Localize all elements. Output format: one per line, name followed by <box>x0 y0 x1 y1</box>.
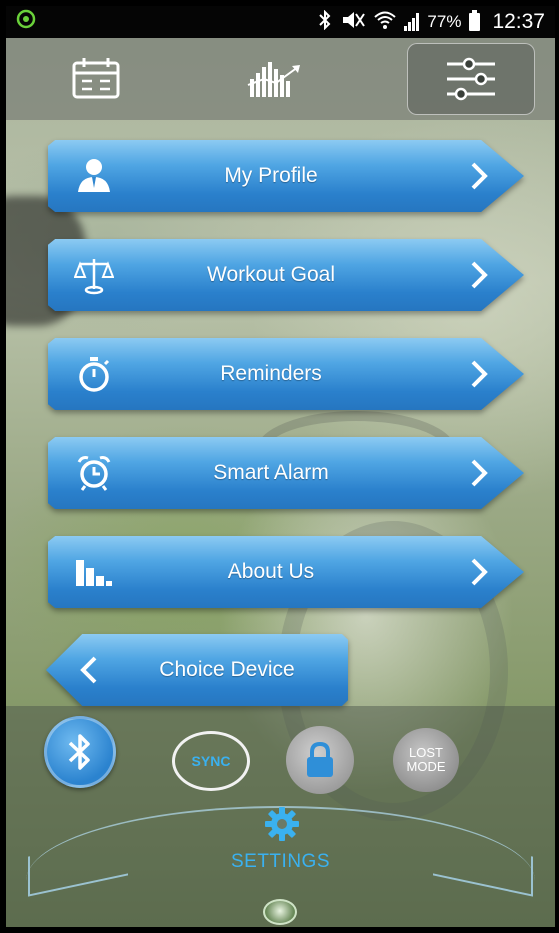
top-nav-bar <box>6 38 555 120</box>
menu-item-workout-goal[interactable]: Workout Goal <box>48 239 524 311</box>
app-screen: 77% 12:37 My Profile Workout Goal Remind… <box>6 6 555 927</box>
menu-item-label: Smart Alarm <box>213 461 329 484</box>
status-icons: 77% 12:37 <box>318 9 545 35</box>
bluetooth-button[interactable] <box>44 716 116 788</box>
wifi-icon <box>374 10 397 35</box>
bluetooth-status-icon <box>318 9 332 35</box>
chevron-right-icon <box>471 360 488 388</box>
chevron-right-icon <box>471 558 488 586</box>
menu-item-about-us[interactable]: About Us <box>48 536 524 608</box>
activity-chart-icon <box>247 62 301 97</box>
tab-activity[interactable] <box>186 38 366 120</box>
chevron-right-icon <box>471 261 488 289</box>
settings-label[interactable]: SETTINGS <box>6 851 555 873</box>
menu-item-label: Workout Goal <box>207 263 335 286</box>
menu-item-label: About Us <box>227 560 315 583</box>
menu-item-label: My Profile <box>224 164 318 187</box>
menu-item-smart-alarm[interactable]: Smart Alarm <box>48 437 524 509</box>
settings-gear-icon[interactable] <box>264 806 300 842</box>
battery-icon <box>469 10 481 31</box>
status-bar: 77% 12:37 <box>6 6 555 38</box>
lock-button[interactable] <box>286 726 354 794</box>
clock-time: 12:37 <box>492 10 545 33</box>
choice-device-button[interactable]: Choice Device <box>46 634 348 706</box>
chevron-left-icon <box>80 656 97 684</box>
lost-mode-button[interactable]: LOST MODE <box>393 728 459 792</box>
tab-settings[interactable] <box>407 43 535 115</box>
lock-icon <box>307 741 333 777</box>
tab-calendar[interactable] <box>6 38 186 120</box>
chevron-right-icon <box>471 459 488 487</box>
signal-icon <box>404 13 420 31</box>
sync-button[interactable]: SYNC <box>172 731 250 791</box>
calendar-icon <box>72 58 120 99</box>
app-notification-icon <box>16 9 36 35</box>
sync-label: SYNC <box>191 753 231 769</box>
brand-logo <box>263 899 297 925</box>
battery-percent: 77% <box>427 12 462 31</box>
choice-device-label: Choice Device <box>159 658 295 681</box>
mute-icon <box>340 10 366 35</box>
menu-item-label: Reminders <box>220 362 322 385</box>
lost-mode-label-line2: MODE <box>406 759 446 774</box>
bluetooth-icon <box>68 734 90 770</box>
sliders-icon <box>447 57 495 101</box>
lost-mode-label-line1: LOST <box>409 745 443 760</box>
menu-item-reminders[interactable]: Reminders <box>48 338 524 410</box>
chevron-right-icon <box>471 162 488 190</box>
menu-item-my-profile[interactable]: My Profile <box>48 140 524 212</box>
